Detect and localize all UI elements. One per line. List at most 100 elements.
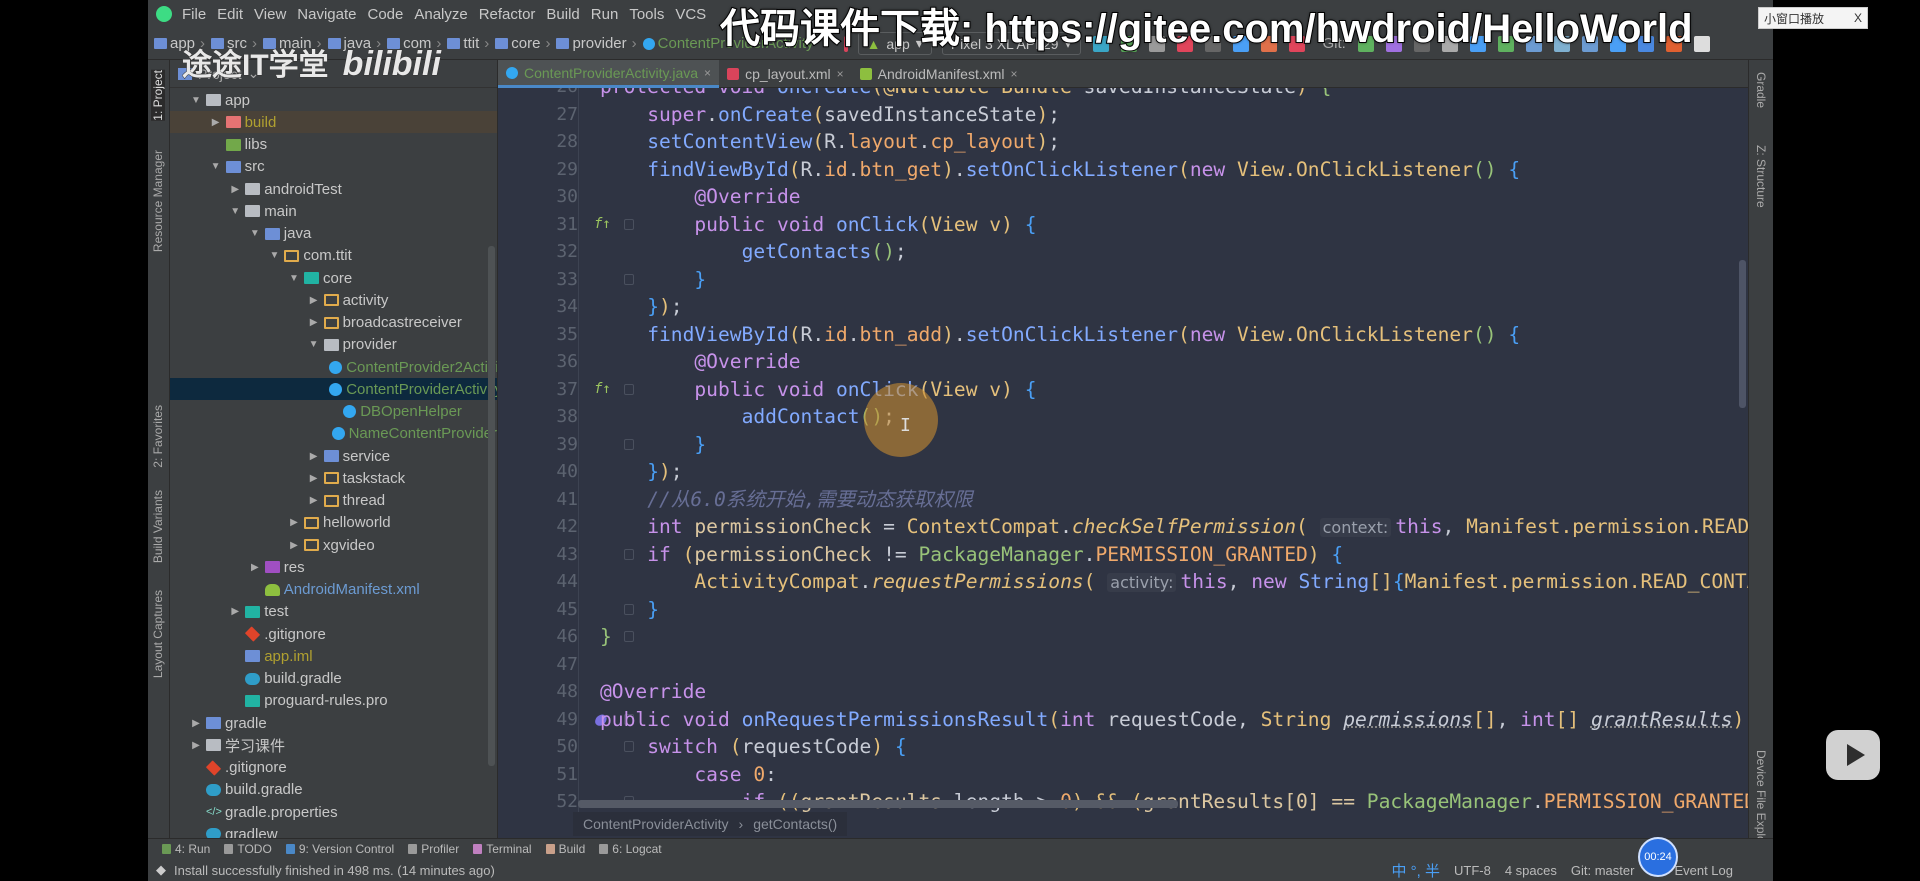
tree-item[interactable]: build.gradle xyxy=(170,779,497,801)
expanded-arrow-icon[interactable]: ▼ xyxy=(287,273,301,284)
collapsed-arrow-icon[interactable]: ▶ xyxy=(209,117,223,128)
menu-item-file[interactable]: File xyxy=(182,6,206,23)
tree-item[interactable]: ContentProviderActivity xyxy=(170,378,497,401)
code-line[interactable]: 31 f↑ public void onClick(View v) { xyxy=(498,211,1748,239)
tool-window-9-version-control[interactable]: 9: Version Control xyxy=(285,842,394,856)
close-icon[interactable]: X xyxy=(1854,11,1862,25)
ime-indicator[interactable]: 中 °, 半 xyxy=(1391,860,1440,881)
breadcrumb-provider[interactable]: provider › xyxy=(556,35,637,52)
close-tab-icon[interactable]: × xyxy=(1011,67,1018,81)
collapsed-arrow-icon[interactable]: ▶ xyxy=(248,562,262,573)
tree-item[interactable]: ▶ gradle xyxy=(170,712,497,734)
editor-vertical-scrollbar[interactable] xyxy=(1739,260,1746,408)
close-tab-icon[interactable]: × xyxy=(837,67,844,81)
collapsed-arrow-icon[interactable]: ▶ xyxy=(189,718,203,729)
code-line[interactable]: 36 @Override xyxy=(498,348,1748,376)
breadcrumb-ttit[interactable]: ttit › xyxy=(447,35,489,52)
collapsed-arrow-icon[interactable]: ▶ xyxy=(287,540,301,551)
avatar-icon[interactable] xyxy=(1693,35,1710,52)
indent-indicator[interactable]: 4 spaces xyxy=(1505,863,1557,878)
tree-item[interactable]: ContentProvider2Activity xyxy=(170,356,497,378)
code-line[interactable]: 28 setContentView(R.layout.cp_layout); xyxy=(498,128,1748,156)
event-log-button[interactable]: Event Log xyxy=(1674,863,1733,878)
expanded-arrow-icon[interactable]: ▼ xyxy=(209,161,223,172)
git-branch-indicator[interactable]: Git: master xyxy=(1571,863,1635,878)
code-line[interactable]: 50 switch (requestCode) { xyxy=(498,733,1748,761)
collapsed-arrow-icon[interactable]: ▶ xyxy=(307,473,321,484)
expanded-arrow-icon[interactable]: ▼ xyxy=(267,250,281,261)
code-line[interactable]: 35 findViewById(R.id.btn_add).setOnClick… xyxy=(498,321,1748,349)
close-tab-icon[interactable]: × xyxy=(704,66,711,80)
tool-window-todo[interactable]: TODO xyxy=(224,842,272,856)
status-message[interactable]: Install successfully finished in 498 ms.… xyxy=(174,863,495,878)
tool-tab-gradle[interactable]: Gradle xyxy=(1754,72,1768,108)
tree-item[interactable]: ▶ test xyxy=(170,601,497,623)
expanded-arrow-icon[interactable]: ▼ xyxy=(189,95,203,106)
menu-item-vcs[interactable]: VCS xyxy=(675,6,706,23)
tree-item[interactable]: ▼ java xyxy=(170,223,497,245)
tool-tab-2-favorites[interactable]: 2: Favorites xyxy=(151,405,165,468)
encoding-indicator[interactable]: UTF-8 xyxy=(1454,863,1491,878)
menu-item-navigate[interactable]: Navigate xyxy=(297,6,356,23)
collapsed-arrow-icon[interactable]: ▶ xyxy=(307,295,321,306)
fold-marker-icon[interactable] xyxy=(624,631,634,642)
code-line[interactable]: 39 } xyxy=(498,431,1748,459)
tree-item[interactable]: ▼ provider xyxy=(170,334,497,356)
tree-item[interactable]: ▶ build xyxy=(170,111,497,134)
tree-item[interactable]: ▶ service xyxy=(170,445,497,467)
tree-item[interactable]: ▶ thread xyxy=(170,490,497,512)
code-line[interactable]: 42 int permissionCheck = ContextCompat.c… xyxy=(498,513,1748,541)
code-line[interactable]: 32 getContacts(); xyxy=(498,238,1748,266)
expanded-arrow-icon[interactable]: ▼ xyxy=(307,339,321,350)
tree-item[interactable]: ▼ main xyxy=(170,200,497,222)
collapsed-arrow-icon[interactable]: ▶ xyxy=(228,184,242,195)
code-line[interactable]: 33 } xyxy=(498,266,1748,294)
tree-item[interactable]: ▼ core xyxy=(170,267,497,289)
collapsed-arrow-icon[interactable]: ▶ xyxy=(307,317,321,328)
tree-item[interactable]: .gitignore xyxy=(170,623,497,645)
tree-item[interactable]: ▶ taskstack xyxy=(170,467,497,489)
menu-item-code[interactable]: Code xyxy=(367,6,403,23)
editor-tab[interactable]: ContentProviderActivity.java × xyxy=(498,60,720,88)
tree-item[interactable]: ▶ 学习课件 xyxy=(170,734,497,756)
project-scrollbar[interactable] xyxy=(488,246,495,766)
menu-item-refactor[interactable]: Refactor xyxy=(479,6,536,23)
tool-tab-z-structure[interactable]: Z: Structure xyxy=(1754,145,1768,208)
menu-item-analyze[interactable]: Analyze xyxy=(414,6,467,23)
code-line[interactable]: 47 xyxy=(498,651,1748,679)
collapsed-arrow-icon[interactable]: ▶ xyxy=(228,606,242,617)
code-line[interactable]: 27 super.onCreate(savedInstanceState); xyxy=(498,101,1748,129)
tree-item[interactable]: ▼ com.ttit xyxy=(170,245,497,267)
tree-item[interactable]: ▶ androidTest xyxy=(170,178,497,200)
tree-item[interactable]: ▼ src xyxy=(170,156,497,178)
collapsed-arrow-icon[interactable]: ▶ xyxy=(189,740,203,751)
menu-item-edit[interactable]: Edit xyxy=(217,6,243,23)
tool-window-terminal[interactable]: Terminal xyxy=(473,842,532,856)
editor-horizontal-scrollbar[interactable] xyxy=(578,800,1178,808)
tool-tab-build-variants[interactable]: Build Variants xyxy=(151,490,165,563)
tree-item[interactable]: </> gradle.properties xyxy=(170,801,497,823)
breadcrumb-core[interactable]: core › xyxy=(495,35,550,52)
tool-window-4-run[interactable]: 4: Run xyxy=(162,842,210,856)
expanded-arrow-icon[interactable]: ▼ xyxy=(248,228,262,239)
code-line[interactable]: 40 }); xyxy=(498,458,1748,486)
tree-item[interactable]: NameContentProvider xyxy=(170,423,497,445)
code-line[interactable]: 29 findViewById(R.id.btn_get).setOnClick… xyxy=(498,156,1748,184)
menu-item-run[interactable]: Run xyxy=(591,6,619,23)
tree-item[interactable]: ▶ activity xyxy=(170,289,497,311)
editor-tab[interactable]: AndroidManifest.xml × xyxy=(852,60,1026,88)
tree-item[interactable]: build.gradle xyxy=(170,668,497,690)
code-line[interactable]: 45 } xyxy=(498,596,1748,624)
tree-item[interactable]: ▶ xgvideo xyxy=(170,534,497,556)
tool-window-build[interactable]: Build xyxy=(545,842,585,856)
collapsed-arrow-icon[interactable]: ▶ xyxy=(287,517,301,528)
code-line[interactable]: 41 //从6.0系统开始,需要动态获取权限 xyxy=(498,486,1748,514)
code-line[interactable]: 30 @Override xyxy=(498,183,1748,211)
editor-tab[interactable]: cp_layout.xml × xyxy=(719,60,852,88)
tree-item[interactable]: ▶ helloworld xyxy=(170,512,497,534)
breadcrumb-method[interactable]: getContacts() xyxy=(753,816,837,832)
tree-item[interactable]: app.iml xyxy=(170,645,497,667)
code-line[interactable]: 34 }); xyxy=(498,293,1748,321)
tree-item[interactable]: gradlew xyxy=(170,823,497,838)
code-line[interactable]: 37 f↑ public void onClick(View v) { xyxy=(498,376,1748,404)
